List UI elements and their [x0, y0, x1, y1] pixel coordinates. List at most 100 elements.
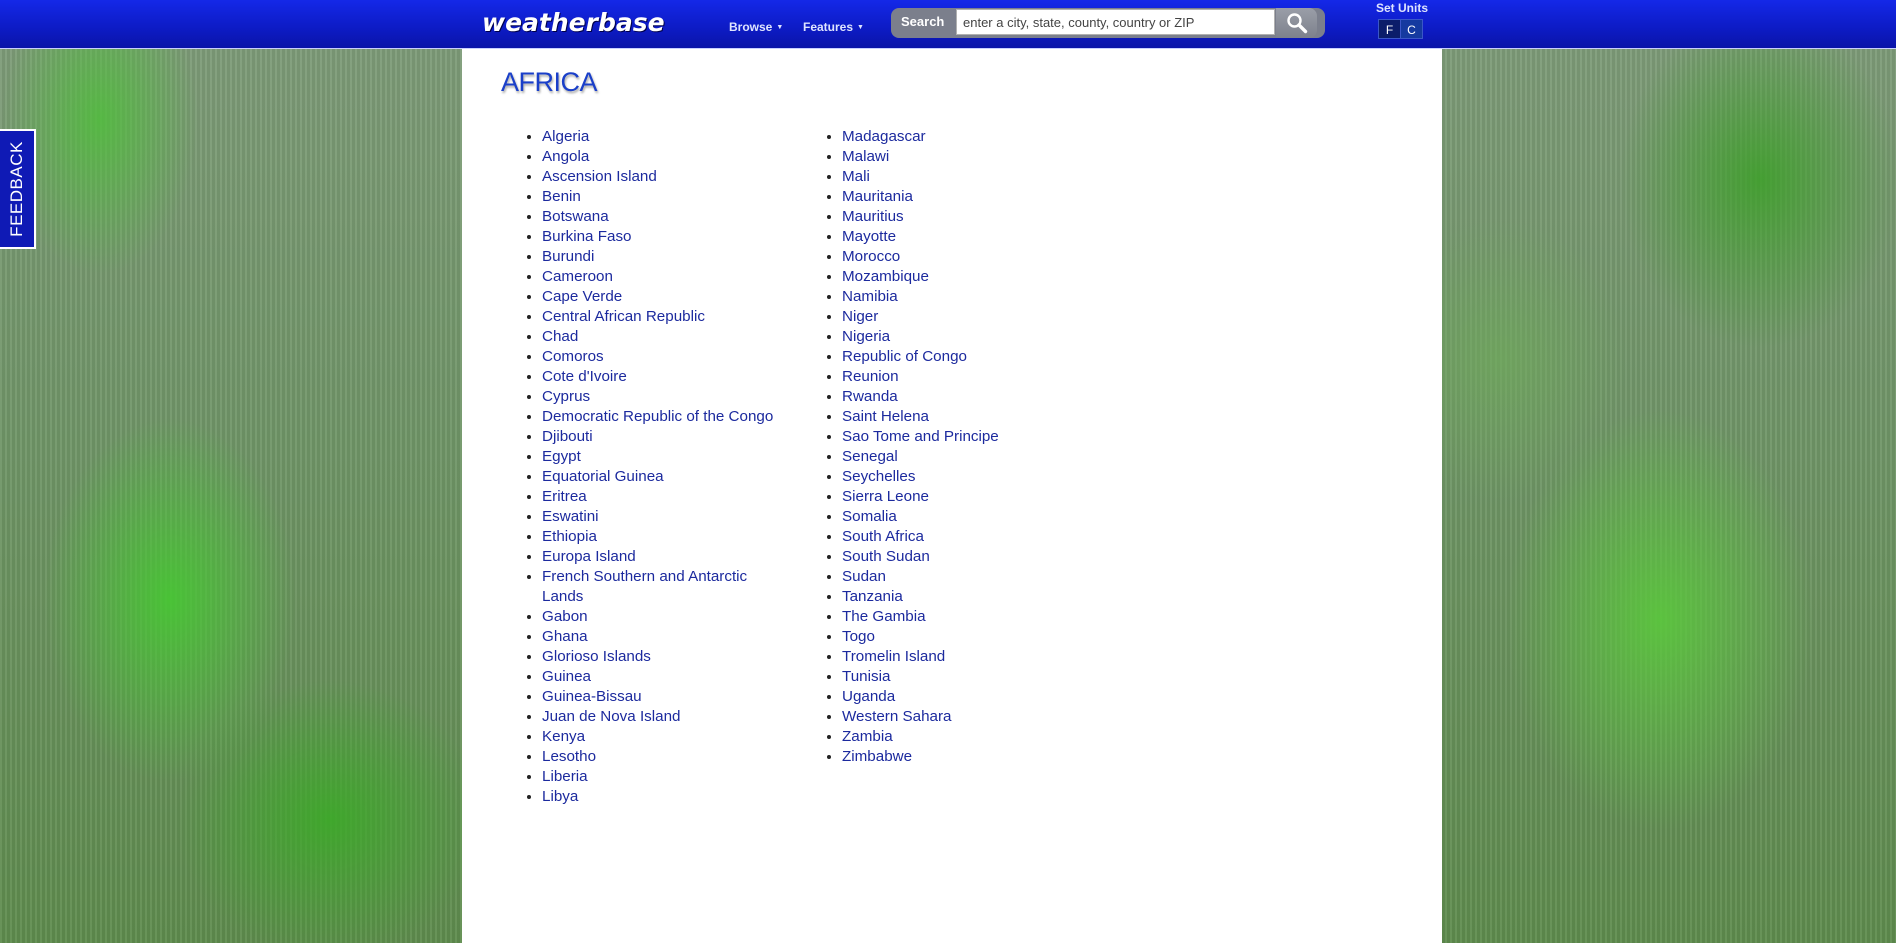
search-bar: Search: [891, 8, 1325, 38]
country-link[interactable]: Tanzania: [842, 588, 903, 605]
country-list-item: Botswana: [542, 207, 782, 227]
country-link[interactable]: Egypt: [542, 448, 581, 465]
country-link[interactable]: Sudan: [842, 568, 886, 585]
country-list-item: South Sudan: [842, 547, 1082, 567]
country-link[interactable]: Rwanda: [842, 388, 898, 405]
country-link[interactable]: Niger: [842, 308, 878, 325]
country-link[interactable]: Glorioso Islands: [542, 648, 651, 665]
country-link[interactable]: Seychelles: [842, 468, 915, 485]
country-link[interactable]: Libya: [542, 788, 578, 805]
browse-menu[interactable]: Browse ▼: [729, 20, 783, 34]
country-link[interactable]: Namibia: [842, 288, 898, 305]
country-list-item: Eswatini: [542, 507, 782, 527]
main-content: AFRICA Algeria Angola Ascension Island Beni…: [462, 49, 1442, 943]
unit-selector: Set Units F C: [1376, 1, 1428, 39]
country-link[interactable]: Togo: [842, 628, 875, 645]
features-menu[interactable]: Features ▼: [803, 20, 864, 34]
country-link[interactable]: Mauritania: [842, 188, 913, 205]
country-link[interactable]: South Sudan: [842, 548, 930, 565]
country-link[interactable]: Ethiopia: [542, 528, 597, 545]
country-link[interactable]: Cyprus: [542, 388, 590, 405]
country-link[interactable]: Republic of Congo: [842, 348, 967, 365]
country-list-item: Sierra Leone: [842, 487, 1082, 507]
country-link[interactable]: Gabon: [542, 608, 588, 625]
country-list-item: Eritrea: [542, 487, 782, 507]
country-link[interactable]: The Gambia: [842, 608, 926, 625]
country-link[interactable]: Mayotte: [842, 228, 896, 245]
country-link[interactable]: Sierra Leone: [842, 488, 929, 505]
country-link[interactable]: Saint Helena: [842, 408, 929, 425]
country-list-item: Mozambique: [842, 267, 1082, 287]
country-list-item: Democratic Republic of the Congo: [542, 407, 782, 427]
country-link[interactable]: Zimbabwe: [842, 748, 912, 765]
country-link[interactable]: Kenya: [542, 728, 585, 745]
search-button[interactable]: [1276, 8, 1317, 38]
fahrenheit-button[interactable]: F: [1378, 19, 1401, 39]
country-link[interactable]: Mozambique: [842, 268, 929, 285]
country-list-column-2: Madagascar Malawi Mali Mauritania Mauritius M…: [842, 127, 1082, 767]
country-link[interactable]: Lesotho: [542, 748, 596, 765]
country-link[interactable]: Sao Tome and Principe: [842, 428, 999, 445]
country-link[interactable]: Djibouti: [542, 428, 593, 445]
country-list-item: Sao Tome and Principe: [842, 427, 1082, 447]
country-link[interactable]: Cote d'Ivoire: [542, 368, 627, 385]
country-link[interactable]: Central African Republic: [542, 308, 705, 325]
feedback-tab[interactable]: FEEDBACK: [0, 129, 36, 249]
country-list-item: Kenya: [542, 727, 782, 747]
country-link[interactable]: Eswatini: [542, 508, 599, 525]
country-link[interactable]: Senegal: [842, 448, 898, 465]
country-link[interactable]: Comoros: [542, 348, 604, 365]
country-link[interactable]: Uganda: [842, 688, 895, 705]
country-list-item: Burundi: [542, 247, 782, 267]
country-link[interactable]: Morocco: [842, 248, 900, 265]
country-link[interactable]: Reunion: [842, 368, 899, 385]
country-link[interactable]: Chad: [542, 328, 578, 345]
country-link[interactable]: Liberia: [542, 768, 588, 785]
country-link[interactable]: Cameroon: [542, 268, 613, 285]
country-link[interactable]: Zambia: [842, 728, 893, 745]
country-link[interactable]: Guinea-Bissau: [542, 688, 642, 705]
country-link[interactable]: Burkina Faso: [542, 228, 631, 245]
country-list-item: Mauritius: [842, 207, 1082, 227]
country-link[interactable]: French Southern and Antarctic Lands: [542, 568, 747, 605]
country-link[interactable]: Cape Verde: [542, 288, 622, 305]
country-link[interactable]: Ascension Island: [542, 168, 657, 185]
country-link[interactable]: Democratic Republic of the Congo: [542, 408, 773, 425]
country-link[interactable]: Tunisia: [842, 668, 890, 685]
country-link[interactable]: Malawi: [842, 148, 889, 165]
country-list-item: Madagascar: [842, 127, 1082, 147]
country-link[interactable]: Botswana: [542, 208, 609, 225]
country-list-item: Burkina Faso: [542, 227, 782, 247]
country-link[interactable]: South Africa: [842, 528, 924, 545]
country-link[interactable]: Mauritius: [842, 208, 904, 225]
country-link[interactable]: Eritrea: [542, 488, 587, 505]
country-link[interactable]: Algeria: [542, 128, 589, 145]
country-link[interactable]: Equatorial Guinea: [542, 468, 664, 485]
country-list-item: Gabon: [542, 607, 782, 627]
country-list-item: Angola: [542, 147, 782, 167]
country-link[interactable]: Ghana: [542, 628, 588, 645]
top-nav-bar: weatherbase Browse▼ Features▼ Search Set…: [0, 0, 1896, 49]
country-list-item: Central African Republic: [542, 307, 782, 327]
country-link[interactable]: Madagascar: [842, 128, 926, 145]
country-link[interactable]: Somalia: [842, 508, 897, 525]
country-link[interactable]: Tromelin Island: [842, 648, 945, 665]
country-link[interactable]: Angola: [542, 148, 589, 165]
country-link[interactable]: Mali: [842, 168, 870, 185]
country-link[interactable]: Guinea: [542, 668, 591, 685]
country-list-column-1: Algeria Angola Ascension Island Benin Botswa…: [542, 127, 782, 807]
country-list-item: Zambia: [842, 727, 1082, 747]
country-list-item: Cape Verde: [542, 287, 782, 307]
celsius-button[interactable]: C: [1400, 19, 1423, 39]
country-link[interactable]: Juan de Nova Island: [542, 708, 680, 725]
country-link[interactable]: Benin: [542, 188, 581, 205]
country-list-item: Benin: [542, 187, 782, 207]
search-input[interactable]: [956, 9, 1275, 35]
search-label: Search: [901, 14, 945, 29]
country-link[interactable]: Western Sahara: [842, 708, 951, 725]
country-link[interactable]: Burundi: [542, 248, 594, 265]
weatherbase-logo[interactable]: weatherbase: [482, 8, 665, 37]
country-link[interactable]: Nigeria: [842, 328, 890, 345]
country-link[interactable]: Europa Island: [542, 548, 636, 565]
feedback-label: FEEDBACK: [7, 141, 27, 237]
